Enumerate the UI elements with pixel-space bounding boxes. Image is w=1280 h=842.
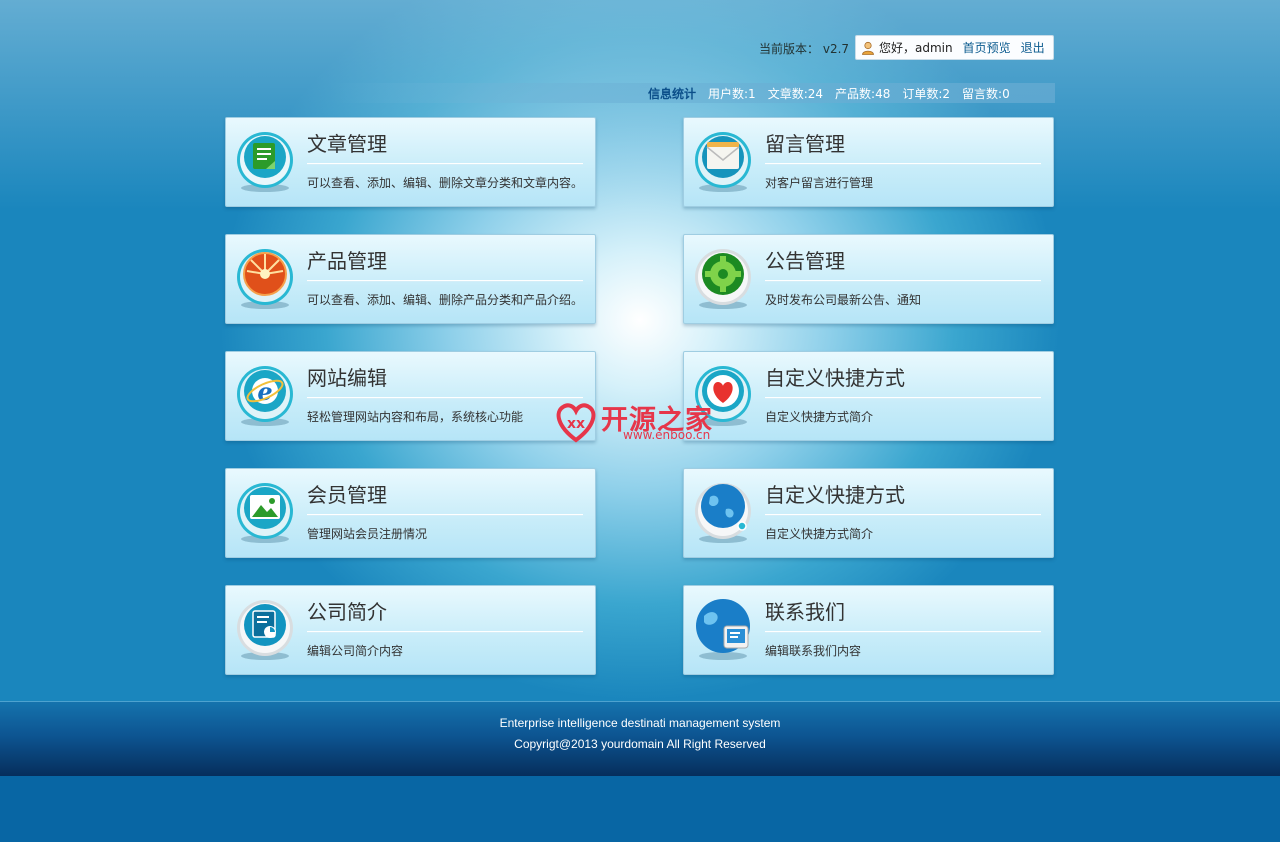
card-member-management[interactable]: 会员管理 管理网站会员注册情况 — [225, 468, 596, 558]
divider — [307, 631, 583, 633]
card-message-management[interactable]: 留言管理 对客户留言进行管理 — [683, 117, 1054, 207]
divider — [765, 280, 1041, 282]
divider — [307, 397, 583, 399]
globe-monitor-icon — [696, 599, 750, 660]
version-label: 当前版本： — [759, 42, 820, 56]
footer-system-name: Enterprise intelligence destinati manage… — [499, 716, 781, 730]
greeting-text: 您好，admin — [879, 41, 953, 55]
browser-e-icon: e — [237, 366, 293, 426]
card-title: 联系我们 — [765, 600, 845, 624]
globe-icon — [695, 483, 751, 543]
card-custom-shortcut-2[interactable]: 自定义快捷方式 自定义快捷方式简介 — [683, 468, 1054, 558]
version-info: 当前版本： v2.7 — [759, 40, 849, 57]
card-contact-us[interactable]: 联系我们 编辑联系我们内容 — [683, 585, 1054, 675]
divider — [307, 514, 583, 516]
stat-messages: 留言数:0 — [962, 87, 1010, 101]
user-icon — [862, 41, 874, 55]
stat-products: 产品数:48 — [835, 87, 891, 101]
card-description: 管理网站会员注册情况 — [307, 527, 428, 541]
stat-users: 用户数:1 — [708, 87, 756, 101]
divider — [765, 163, 1041, 165]
card-description: 对客户留言进行管理 — [765, 176, 874, 190]
stat-articles: 文章数:24 — [767, 87, 824, 101]
card-title: 会员管理 — [307, 483, 387, 507]
page-background — [0, 0, 1280, 700]
stats: 信息统计 用户数:1 文章数:24 产品数:48 订单数:2 留言数:0 — [648, 85, 1010, 102]
watermark: xx 开源之家 www.enboo.cn — [553, 398, 733, 444]
home-preview-link[interactable]: 首页预览 — [963, 39, 1011, 56]
card-description: 可以查看、添加、编辑、删除文章分类和文章内容。 — [307, 176, 584, 190]
divider — [765, 631, 1041, 633]
picture-icon — [237, 483, 293, 543]
svg-text:xx: xx — [567, 416, 585, 432]
card-title: 留言管理 — [765, 132, 845, 156]
gear-icon — [695, 249, 751, 309]
card-product-management[interactable]: 产品管理 可以查看、添加、编辑、删除产品分类和产品介绍。 — [225, 234, 596, 324]
card-title: 产品管理 — [307, 249, 387, 273]
card-description: 编辑联系我们内容 — [765, 644, 862, 658]
card-title: 文章管理 — [307, 132, 387, 156]
card-title: 自定义快捷方式 — [765, 366, 905, 390]
logout-link[interactable]: 退出 — [1021, 39, 1045, 56]
user-box: 您好，admin 首页预览 退出 — [855, 35, 1054, 60]
card-description: 可以查看、添加、编辑、删除产品分类和产品介绍。 — [307, 293, 584, 307]
card-title: 公告管理 — [765, 249, 845, 273]
footer-copyright: Copyrigt@2013 yourdomain All Right Reser… — [514, 737, 766, 751]
stat-orders: 订单数:2 — [902, 87, 951, 101]
divider — [307, 280, 583, 282]
footer: Enterprise intelligence destinati manage… — [0, 701, 1280, 776]
card-description: 自定义快捷方式简介 — [765, 527, 874, 541]
card-description: 编辑公司简介内容 — [307, 644, 404, 658]
card-custom-shortcut-1[interactable]: 自定义快捷方式 自定义快捷方式简介 — [683, 351, 1054, 441]
heart-logo-icon: xx — [556, 403, 596, 443]
card-site-editing[interactable]: e 网站编辑 轻松管理网站内容和布局，系统核心功能 — [225, 351, 596, 441]
stats-title: 信息统计 — [648, 87, 697, 101]
report-icon — [237, 600, 293, 660]
envelope-icon — [695, 132, 751, 192]
document-icon — [237, 132, 293, 192]
card-article-management[interactable]: 文章管理 可以查看、添加、编辑、删除文章分类和文章内容。 — [225, 117, 596, 207]
card-description: 及时发布公司最新公告、通知 — [765, 293, 922, 307]
card-description: 轻松管理网站内容和布局，系统核心功能 — [307, 410, 524, 424]
card-title: 网站编辑 — [307, 366, 387, 390]
card-company-profile[interactable]: 公司简介 编辑公司简介内容 — [225, 585, 596, 675]
divider — [307, 163, 583, 165]
card-title: 自定义快捷方式 — [765, 483, 905, 507]
divider — [765, 397, 1041, 399]
version-value: v2.7 — [822, 42, 850, 56]
bottom-band — [0, 776, 1280, 842]
watermark-url: www.enboo.cn — [623, 428, 711, 442]
card-description: 自定义快捷方式简介 — [765, 410, 874, 424]
card-notice-management[interactable]: 公告管理 及时发布公司最新公告、通知 — [683, 234, 1054, 324]
divider — [765, 514, 1041, 516]
card-title: 公司简介 — [307, 600, 387, 624]
sunburst-icon — [237, 249, 293, 309]
